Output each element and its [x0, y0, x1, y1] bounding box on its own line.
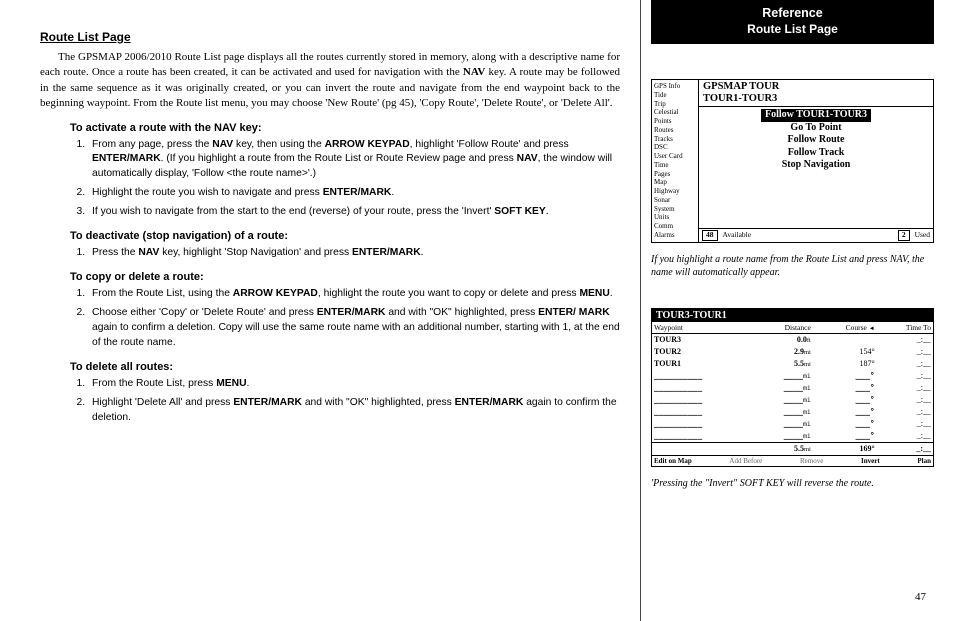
nav-menu-item: Follow Track — [784, 147, 849, 160]
available-label: Available — [723, 231, 752, 239]
table-row: TOUR30.0ft_:__ — [652, 333, 933, 346]
sub-deleteall-title: To delete all routes: — [70, 361, 620, 373]
fig-tab: Tracks — [654, 135, 696, 144]
section-title: Route List Page — [40, 30, 620, 44]
fig-tab: DSC — [654, 143, 696, 152]
table-row: TOUR15.5mi187°_:__ — [652, 358, 933, 370]
sub-copydelete-title: To copy or delete a route: — [70, 271, 620, 283]
step-item: From the Route List, using the ARROW KEY… — [88, 287, 620, 302]
softkey-edit-on-map: Edit on Map — [654, 457, 692, 465]
sub-deactivate-title: To deactivate (stop navigation) of a rou… — [70, 230, 620, 242]
fig-tab: Alarms — [654, 231, 696, 240]
step-item: If you wish to navigate from the start t… — [88, 205, 620, 220]
fig-tab: Routes — [654, 126, 696, 135]
table-row-blank: ______________mi___°_:__ — [652, 394, 933, 406]
route-review-table: WaypointDistanceCourse ◄Time ToTOUR30.0f… — [652, 322, 933, 455]
figure-nav-menu-items: Follow TOUR1-TOUR3Go To PointFollow Rout… — [699, 107, 933, 228]
table-row-blank: ______________mi___°_:__ — [652, 406, 933, 418]
step-item: Press the NAV key, highlight 'Stop Navig… — [88, 246, 620, 261]
figure-nav-menu: GPS InfoTideTripCelestialPointsRoutesTra… — [651, 79, 934, 243]
softkey-add-before: Add Before — [729, 457, 762, 465]
main-content: Route List Page The GPSMAP 2006/2010 Rou… — [0, 0, 640, 621]
softkey-plan: Plan — [917, 457, 931, 465]
figure-footer: 48 Available 2 Used — [699, 228, 933, 241]
fig-tab: Time — [654, 161, 696, 170]
table-row-blank: ______________mi___°_:__ — [652, 370, 933, 382]
figure-left-tabs: GPS InfoTideTripCelestialPointsRoutesTra… — [652, 80, 699, 242]
col-header: Time To — [877, 322, 933, 334]
sub-deactivate-steps: Press the NAV key, highlight 'Stop Navig… — [70, 246, 620, 261]
softkey-invert: Invert — [861, 457, 880, 465]
nav-menu-item: Follow TOUR1-TOUR3 — [761, 109, 871, 122]
sub-copydelete-steps: From the Route List, using the ARROW KEY… — [70, 287, 620, 351]
sidebar: Reference Route List Page GPS InfoTideTr… — [640, 0, 954, 621]
reference-subtitle: Route List Page — [651, 22, 934, 36]
reference-title: Reference — [651, 6, 934, 20]
fig-tab: User Card — [654, 152, 696, 161]
sub-activate-steps: From any page, press the NAV key, then u… — [70, 138, 620, 221]
fig-tab: Highway — [654, 187, 696, 196]
available-count: 48 — [702, 230, 718, 240]
step-item: From any page, press the NAV key, then u… — [88, 138, 620, 183]
figure1-caption: If you highlight a route name from the R… — [651, 253, 934, 280]
col-header: Waypoint — [652, 322, 753, 334]
used-label: Used — [915, 231, 930, 239]
step-item: From the Route List, press MENU. — [88, 377, 620, 392]
step-item: Highlight 'Delete All' and press ENTER/M… — [88, 396, 620, 426]
fig-tab: GPS Info — [654, 82, 696, 91]
table-row-blank: ______________mi___°_:__ — [652, 430, 933, 443]
figure-route-title-line1: GPSMAP TOUR — [703, 81, 929, 93]
figure-route-title: GPSMAP TOUR TOUR1-TOUR3 — [699, 80, 933, 107]
fig-tab: System — [654, 205, 696, 214]
fig-tab: Pages — [654, 170, 696, 179]
figure2-caption: 'Pressing the "Invert" SOFT KEY will rev… — [651, 477, 934, 491]
nav-menu-item: Follow Route — [784, 134, 849, 147]
figure-route-title-line2: TOUR1-TOUR3 — [703, 93, 929, 105]
used-count: 2 — [898, 230, 910, 240]
fig-tab: Units — [654, 213, 696, 222]
table-total-row: 5.5mi169°_:__ — [652, 442, 933, 455]
fig-tab: Trip — [654, 100, 696, 109]
table-row: TOUR22.9mi154°_:__ — [652, 346, 933, 358]
softkey-remove: Remove — [800, 457, 823, 465]
sub-deleteall-steps: From the Route List, press MENU. Highligh… — [70, 377, 620, 426]
step-item: Choose either 'Copy' or 'Delete Route' a… — [88, 306, 620, 351]
reference-header: Reference Route List Page — [651, 0, 934, 44]
figure-route-review: TOUR3-TOUR1 WaypointDistanceCourse ◄Time… — [651, 308, 934, 467]
col-header: Course ◄ — [813, 322, 877, 334]
fig-tab: Map — [654, 178, 696, 187]
sub-activate-title: To activate a route with the NAV key: — [70, 122, 620, 134]
page-number: 47 — [915, 591, 926, 603]
route-review-softkeys: Edit on Map Add Before Remove Invert Plan — [652, 455, 933, 466]
route-review-title: TOUR3-TOUR1 — [652, 309, 933, 322]
intro-paragraph: The GPSMAP 2006/2010 Route List page dis… — [40, 50, 620, 112]
step-item: Highlight the route you wish to navigate… — [88, 186, 620, 201]
fig-tab: Tide — [654, 91, 696, 100]
fig-tab: Celestial — [654, 108, 696, 117]
nav-menu-item: Go To Point — [786, 122, 845, 135]
fig-tab: Sonar — [654, 196, 696, 205]
fig-tab: Points — [654, 117, 696, 126]
col-header: Distance — [753, 322, 813, 334]
table-row-blank: ______________mi___°_:__ — [652, 382, 933, 394]
table-row-blank: ______________mi___°_:__ — [652, 418, 933, 430]
nav-menu-item: Stop Navigation — [778, 159, 855, 172]
fig-tab: Comm — [654, 222, 696, 231]
